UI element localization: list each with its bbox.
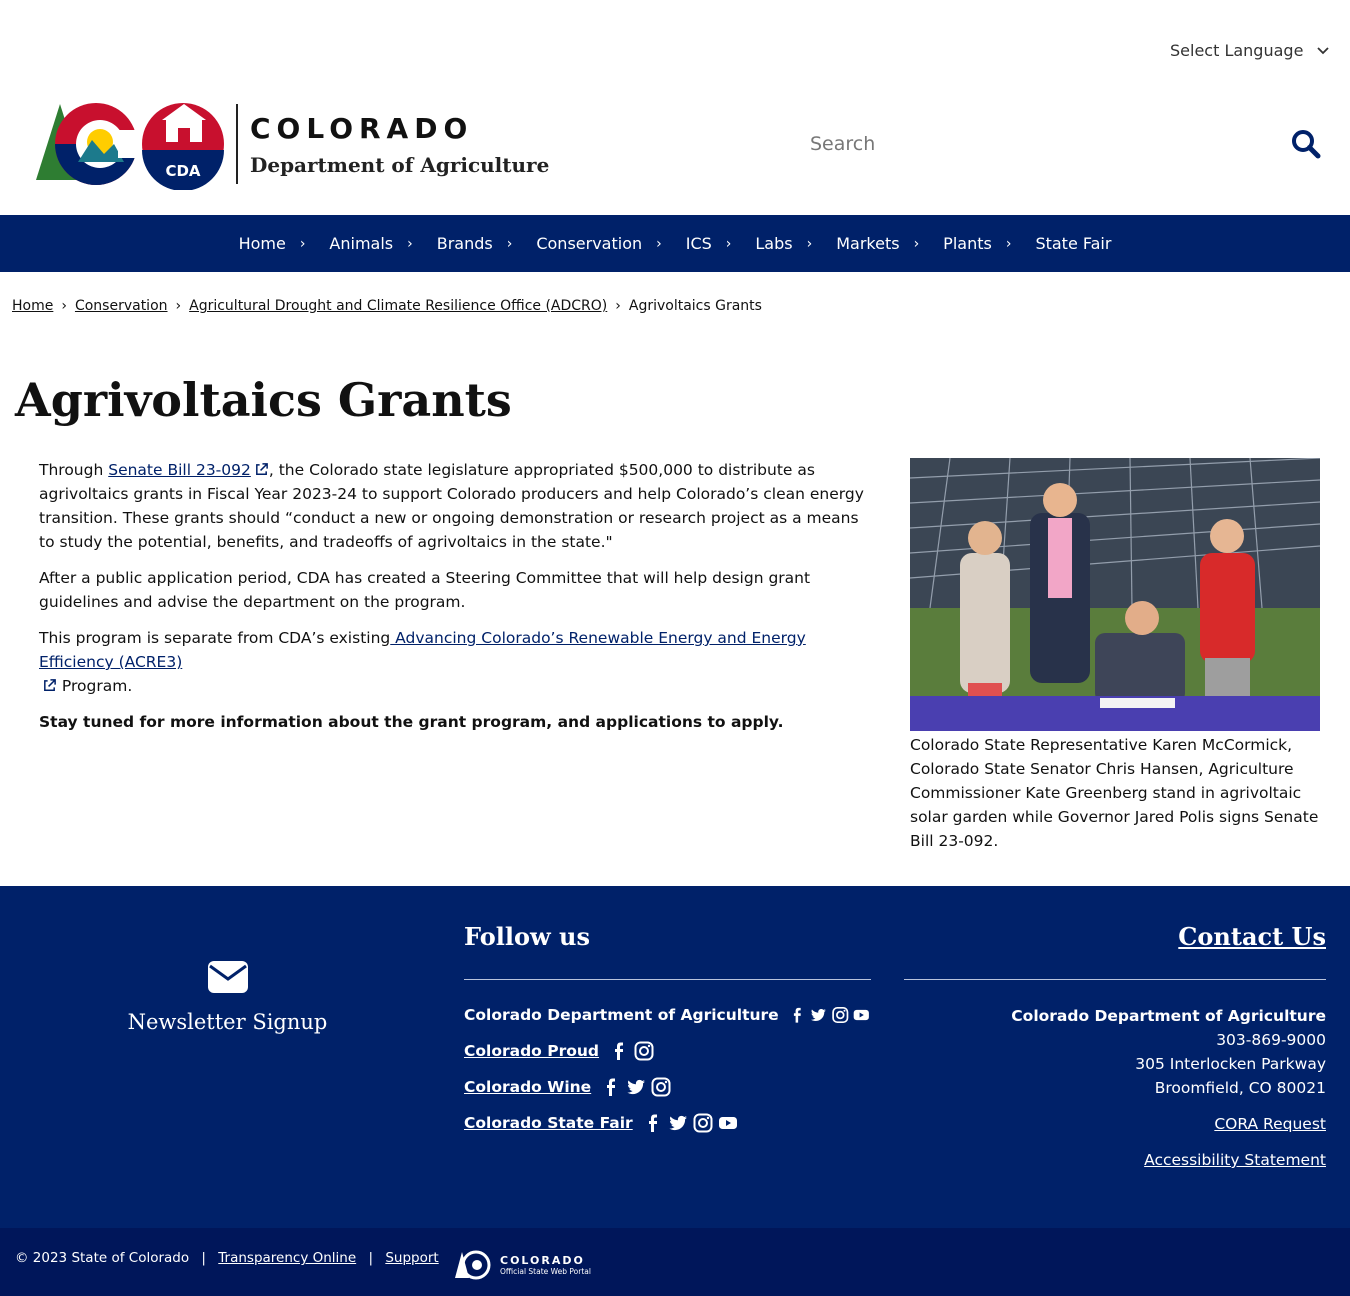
transparency-online-link[interactable]: Transparency Online <box>218 1250 356 1266</box>
colorado-portal-icon <box>455 1250 491 1280</box>
youtube-icon[interactable] <box>717 1112 739 1134</box>
page-title: Agrivoltaics Grants <box>15 373 512 427</box>
twitter-icon[interactable] <box>809 1004 828 1026</box>
accessibility-statement-link[interactable]: Accessibility Statement <box>904 1148 1326 1172</box>
breadcrumb-home[interactable]: Home <box>12 298 53 314</box>
footer: Newsletter Signup Follow us Colorado Dep… <box>0 886 1350 1228</box>
follow-us-section: Follow us Colorado Department of Agricul… <box>464 922 871 1134</box>
contact-street: 305 Interlocken Parkway <box>1135 1055 1326 1073</box>
senate-bill-link[interactable]: Senate Bill 23-092 <box>108 461 251 479</box>
external-link-icon <box>255 463 268 475</box>
svg-text:CDA: CDA <box>165 162 200 180</box>
facebook-icon[interactable] <box>642 1112 664 1134</box>
breadcrumb-current: Agrivoltaics Grants <box>628 298 762 314</box>
contact-section: Contact Us Colorado Department of Agricu… <box>904 922 1326 1172</box>
logo-subtitle: Department of Agriculture <box>250 153 550 177</box>
colorado-state-fair-link[interactable]: Colorado State Fair <box>464 1114 633 1132</box>
youtube-icon[interactable] <box>852 1004 871 1026</box>
chevron-right-icon: › <box>725 235 732 252</box>
contact-org: Colorado Department of Agriculture <box>1011 1007 1326 1025</box>
instagram-icon[interactable] <box>831 1004 850 1026</box>
chevron-right-icon: › <box>656 235 662 252</box>
nav-item-labs[interactable]: Labs › <box>743 234 824 253</box>
colorado-wine-link[interactable]: Colorado Wine <box>464 1078 591 1096</box>
language-selector[interactable]: Select Language <box>1170 41 1330 60</box>
search-input[interactable] <box>810 124 1270 164</box>
acre3-paragraph: This program is separate from CDA’s exis… <box>39 629 806 695</box>
main-nav: Home › Animals › Brands › Conservation › ICS… <box>0 215 1350 272</box>
social-row-colorado-proud: Colorado Proud <box>464 1040 871 1062</box>
committee-paragraph: After a public application period, CDA h… <box>39 569 811 611</box>
nav-item-plants[interactable]: Plants › <box>931 234 1023 253</box>
bill-signing-photo <box>910 458 1320 731</box>
logo-divider <box>236 104 238 184</box>
search-bar <box>810 124 1330 164</box>
chevron-right-icon: › <box>1005 235 1012 252</box>
social-row-colorado-wine: Colorado Wine <box>464 1076 871 1098</box>
chevron-right-icon: › <box>913 235 920 252</box>
copyright-text: © 2023 State of Colorado <box>15 1250 190 1266</box>
newsletter-label: Newsletter Signup <box>127 1010 328 1034</box>
stay-tuned-paragraph: Stay tuned for more information about th… <box>39 713 784 731</box>
colorado-proud-link[interactable]: Colorado Proud <box>464 1042 599 1060</box>
language-label: Select Language <box>1170 41 1304 60</box>
facebook-icon[interactable] <box>600 1076 622 1098</box>
breadcrumb-separator: › <box>615 298 621 314</box>
cora-request-link[interactable]: CORA Request <box>904 1112 1326 1136</box>
nav-item-markets[interactable]: Markets › <box>824 234 931 253</box>
instagram-icon[interactable] <box>650 1076 672 1098</box>
breadcrumb: Home › Conservation › Agricultural Droug… <box>12 298 762 314</box>
breadcrumb-separator: › <box>175 298 182 314</box>
portal-subtitle: Official State Web Portal <box>500 1267 591 1276</box>
colorado-c-logo-icon: CDA <box>36 103 224 190</box>
external-link-icon <box>44 679 56 691</box>
state-portal-logo[interactable]: COLORADO Official State Web Portal <box>454 1250 591 1280</box>
divider <box>904 979 1326 980</box>
logo-title: COLORADO <box>250 112 474 145</box>
chevron-right-icon: › <box>407 235 413 252</box>
main-content: Through Senate Bill 23-092, the Colorado… <box>39 458 879 746</box>
follow-us-title: Follow us <box>464 922 590 951</box>
social-row-cda: Colorado Department of Agriculture <box>464 1004 871 1026</box>
nav-item-animals[interactable]: Animals › <box>317 234 424 253</box>
nav-item-state-fair[interactable]: State Fair <box>1023 234 1123 253</box>
nav-item-brands[interactable]: Brands › <box>425 234 525 253</box>
contact-phone: 303-869-9000 <box>1216 1031 1326 1049</box>
contact-us-link[interactable]: Contact Us <box>904 922 1326 951</box>
chevron-right-icon: › <box>299 235 306 252</box>
cda-logo[interactable]: CDA COLORADO Department of Agriculture <box>28 100 550 190</box>
breadcrumb-separator: › <box>61 298 67 314</box>
search-icon[interactable] <box>1290 128 1322 160</box>
twitter-icon[interactable] <box>625 1076 647 1098</box>
newsletter-signup[interactable]: Newsletter Signup <box>0 960 455 1034</box>
bottom-bar: © 2023 State of Colorado | Transparency … <box>0 1228 1350 1296</box>
facebook-icon[interactable] <box>788 1004 807 1026</box>
nav-item-home[interactable]: Home › <box>227 234 318 253</box>
nav-item-ics[interactable]: ICS › <box>674 234 744 253</box>
instagram-icon[interactable] <box>633 1040 655 1062</box>
copyright-line: © 2023 State of Colorado | Transparency … <box>15 1250 439 1266</box>
contact-city: Broomfield, CO 80021 <box>1154 1079 1326 1097</box>
portal-title: COLORADO <box>500 1254 585 1267</box>
envelope-icon <box>207 961 248 993</box>
bill-signing-figure: Colorado State Representative Karen McCo… <box>910 458 1320 853</box>
chevron-down-icon <box>1317 46 1330 54</box>
nav-item-conservation[interactable]: Conservation › <box>524 234 673 253</box>
chevron-right-icon: › <box>806 235 813 252</box>
divider <box>464 979 871 980</box>
breadcrumb-adcro[interactable]: Agricultural Drought and Climate Resilie… <box>189 298 607 314</box>
social-row-state-fair: Colorado State Fair <box>464 1112 871 1134</box>
facebook-icon[interactable] <box>608 1040 630 1062</box>
twitter-icon[interactable] <box>667 1112 689 1134</box>
intro-paragraph: Through Senate Bill 23-092, the Colorado… <box>39 461 864 551</box>
support-link[interactable]: Support <box>385 1250 438 1266</box>
photo-caption: Colorado State Representative Karen McCo… <box>910 736 1319 850</box>
breadcrumb-conservation[interactable]: Conservation <box>75 298 168 314</box>
chevron-right-icon: › <box>506 235 513 252</box>
instagram-icon[interactable] <box>692 1112 714 1134</box>
